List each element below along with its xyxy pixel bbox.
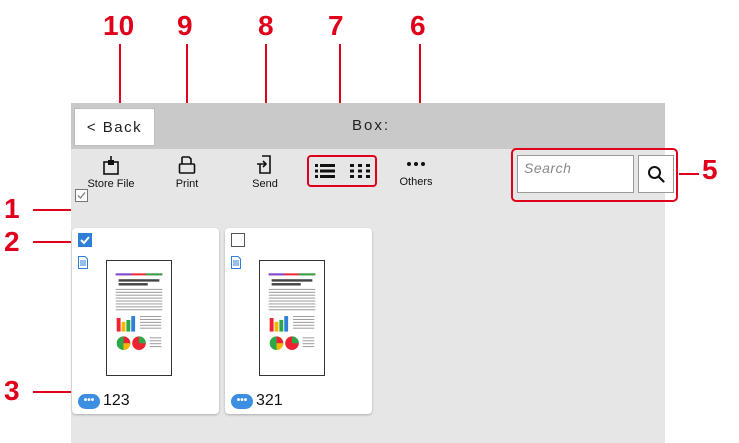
file-card[interactable]: ••• 321 xyxy=(225,228,372,414)
select-all-checkbox[interactable] xyxy=(75,189,88,202)
print-label: Print xyxy=(175,178,199,190)
file-footer: ••• 321 xyxy=(231,392,283,410)
callout-6: 6 xyxy=(410,10,426,41)
callout-2: 2 xyxy=(4,226,20,257)
file-footer: ••• 123 xyxy=(78,392,130,410)
box-screen: < Back Box: Store File Print Send Others… xyxy=(71,103,678,443)
search-icon xyxy=(648,166,665,183)
callout-2-line xyxy=(33,241,75,243)
store-file-icon xyxy=(103,156,119,175)
top-bar: < Back Box: xyxy=(71,103,665,149)
send-label: Send xyxy=(252,178,278,190)
document-icon xyxy=(78,256,88,269)
others-button[interactable]: Others xyxy=(391,155,441,188)
check-icon xyxy=(77,192,86,200)
print-button[interactable]: Print xyxy=(167,155,207,190)
others-label: Others xyxy=(399,176,433,188)
file-name: 321 xyxy=(256,392,283,409)
store-file-button[interactable]: Store File xyxy=(81,155,141,190)
file-checkbox[interactable] xyxy=(78,233,92,247)
callout-9: 9 xyxy=(177,10,193,41)
callout-5: 5 xyxy=(702,154,718,185)
document-icon xyxy=(231,256,241,269)
callout-3-line xyxy=(33,391,75,393)
callout-8: 8 xyxy=(258,10,274,41)
search-area: Search xyxy=(511,148,678,202)
callout-1-line xyxy=(33,209,75,211)
document-thumbnail xyxy=(259,260,325,376)
back-button[interactable]: < Back xyxy=(74,108,155,146)
file-card[interactable]: ••• 123 xyxy=(72,228,219,414)
details-bubble-icon[interactable]: ••• xyxy=(231,393,253,409)
send-icon xyxy=(257,155,271,174)
thumbnail-view-icon[interactable] xyxy=(350,164,370,178)
callout-10: 10 xyxy=(103,10,135,41)
callout-1: 1 xyxy=(4,193,20,224)
more-dots-icon xyxy=(407,162,425,166)
search-button[interactable] xyxy=(638,155,674,193)
callout-7: 7 xyxy=(328,10,344,41)
check-icon xyxy=(80,236,90,245)
view-toggle xyxy=(307,155,377,187)
details-bubble-icon[interactable]: ••• xyxy=(78,393,100,409)
send-button[interactable]: Send xyxy=(245,155,285,190)
file-name: 123 xyxy=(103,392,130,409)
document-thumbnail xyxy=(106,260,172,376)
box-title: Box: xyxy=(352,117,391,134)
print-icon xyxy=(178,156,196,174)
callout-3: 3 xyxy=(4,375,20,406)
callout-5-line xyxy=(679,173,699,175)
search-input[interactable]: Search xyxy=(517,155,634,193)
store-file-label: Store File xyxy=(87,178,135,190)
file-checkbox[interactable] xyxy=(231,233,245,247)
list-view-icon[interactable] xyxy=(315,164,335,178)
